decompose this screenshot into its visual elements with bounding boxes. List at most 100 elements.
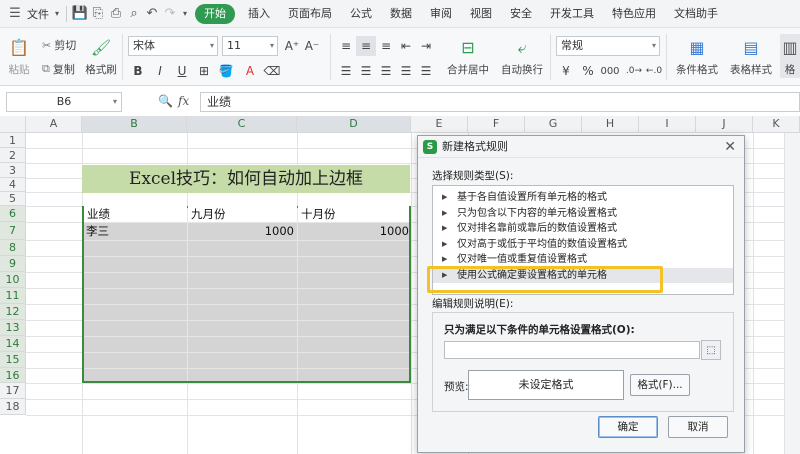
font-color-icon[interactable]: A <box>240 61 260 81</box>
paste-button[interactable]: 📋 粘贴 <box>4 34 34 78</box>
formula-input[interactable]: 业绩 <box>200 92 800 112</box>
rule-type-item[interactable]: ▶ 仅对排名靠前或靠后的数值设置格式 <box>433 221 733 237</box>
data-cell[interactable]: 1000 <box>300 223 409 239</box>
increase-decimal-icon[interactable]: .0→ <box>624 61 644 81</box>
tab-developer[interactable]: 开发工具 <box>541 0 603 28</box>
align-center-icon[interactable]: ☰ <box>356 61 376 81</box>
format-painter-button[interactable]: 🖌 格式刷 <box>84 34 118 78</box>
tab-review[interactable]: 审阅 <box>421 0 461 28</box>
save-icon[interactable]: 💾 <box>71 5 89 23</box>
fill-color-icon[interactable]: 🪣 <box>216 61 236 81</box>
row-header[interactable]: 1 <box>0 133 26 148</box>
decrease-font-icon[interactable]: A⁻ <box>302 36 322 56</box>
row-header[interactable]: 10 <box>0 272 26 288</box>
wrap-text-button[interactable]: ⤶ 自动换行 <box>498 34 546 78</box>
name-box[interactable]: B6 ▾ <box>6 92 122 112</box>
row-header[interactable]: 7 <box>0 222 26 240</box>
close-icon[interactable]: ✕ <box>724 136 736 158</box>
print-icon[interactable]: ⎙ <box>107 5 125 23</box>
bold-icon[interactable]: B <box>128 61 148 81</box>
column-header[interactable]: I <box>639 116 696 133</box>
zoom-search-icon[interactable]: 🔍 <box>158 94 173 108</box>
distribute-icon[interactable]: ☰ <box>416 61 436 81</box>
rule-type-item[interactable]: ▶ 仅对高于或低于平均值的数值设置格式 <box>433 237 733 253</box>
redo-icon[interactable]: ↷ <box>161 5 179 23</box>
indent-decrease-icon[interactable]: ⇤ <box>396 36 416 56</box>
tab-view[interactable]: 视图 <box>461 0 501 28</box>
conditional-format-button[interactable]: ▦ 条件格式 <box>670 34 724 78</box>
cancel-button[interactable]: 取消 <box>668 416 728 438</box>
column-header[interactable]: E <box>411 116 468 133</box>
row-header[interactable]: 12 <box>0 304 26 320</box>
decrease-decimal-icon[interactable]: ←.0 <box>644 61 664 81</box>
align-right-icon[interactable]: ☰ <box>376 61 396 81</box>
formula-condition-input[interactable] <box>444 341 700 359</box>
column-header[interactable]: D <box>297 116 411 133</box>
tab-doc-assistant[interactable]: 文档助手 <box>665 0 727 28</box>
header-cell[interactable]: 十月份 <box>298 206 409 222</box>
eraser-icon[interactable]: ⌫ <box>262 61 282 81</box>
number-format-select[interactable]: 常规 ▾ <box>556 36 660 56</box>
header-cell[interactable]: 业绩 <box>84 206 187 222</box>
increase-font-icon[interactable]: A⁺ <box>282 36 302 56</box>
align-middle-icon[interactable]: ≡ <box>356 36 376 56</box>
header-cell[interactable]: 九月份 <box>188 206 297 222</box>
tab-data[interactable]: 数据 <box>381 0 421 28</box>
cut-button[interactable]: ✂ 剪切 <box>42 36 76 54</box>
font-name-select[interactable]: 宋体 ▾ <box>128 36 218 56</box>
dialog-titlebar[interactable]: S 新建格式规则 ✕ <box>418 136 744 158</box>
column-header[interactable]: A <box>26 116 82 133</box>
tab-formulas[interactable]: 公式 <box>341 0 381 28</box>
row-header[interactable]: 15 <box>0 352 26 368</box>
tab-home[interactable]: 开始 <box>195 3 235 24</box>
tab-special[interactable]: 特色应用 <box>603 0 665 28</box>
row-header[interactable]: 13 <box>0 320 26 336</box>
row-header[interactable]: 2 <box>0 148 26 163</box>
currency-icon[interactable]: ¥ <box>556 61 576 81</box>
tab-security[interactable]: 安全 <box>501 0 541 28</box>
align-bottom-icon[interactable]: ≡ <box>376 36 396 56</box>
italic-icon[interactable]: I <box>150 61 170 81</box>
thousands-icon[interactable]: 000 <box>598 61 622 81</box>
merge-center-button[interactable]: ⊟ 合并居中 <box>444 34 492 78</box>
export-pdf-icon[interactable]: ⎘ <box>89 5 107 23</box>
table-style-button[interactable]: ▤ 表格样式 <box>726 34 776 78</box>
column-header[interactable]: H <box>582 116 639 133</box>
percent-icon[interactable]: % <box>578 61 598 81</box>
print-preview-icon[interactable]: ⌕ <box>125 5 143 23</box>
row-header[interactable]: 3 <box>0 163 26 178</box>
font-size-select[interactable]: 11 ▾ <box>222 36 278 56</box>
rule-type-item[interactable]: ▶ 只为包含以下内容的单元格设置格式 <box>433 206 733 222</box>
range-picker-icon[interactable]: ⬚ <box>701 340 721 360</box>
data-cell[interactable]: 李三 <box>86 223 109 239</box>
copy-button[interactable]: ⧉ 复制 <box>42 60 75 78</box>
column-header[interactable]: K <box>753 116 800 133</box>
undo-icon[interactable]: ↶ <box>143 5 161 23</box>
more-button[interactable]: ▥ 格 <box>780 34 800 78</box>
row-header[interactable]: 14 <box>0 336 26 352</box>
column-header[interactable]: J <box>696 116 753 133</box>
row-header[interactable]: 6 <box>0 206 26 222</box>
align-top-icon[interactable]: ≡ <box>336 36 356 56</box>
justify-icon[interactable]: ☰ <box>396 61 416 81</box>
row-header[interactable]: 16 <box>0 368 26 383</box>
fx-icon[interactable]: fx <box>178 94 189 108</box>
chevron-down-icon[interactable]: ▾ <box>179 5 191 23</box>
row-header[interactable]: 8 <box>0 240 26 256</box>
tab-insert[interactable]: 插入 <box>239 0 279 28</box>
ok-button[interactable]: 确定 <box>598 416 658 438</box>
align-left-icon[interactable]: ☰ <box>336 61 356 81</box>
row-header[interactable]: 9 <box>0 256 26 272</box>
tab-page-layout[interactable]: 页面布局 <box>279 0 341 28</box>
file-menu[interactable]: ☰ 文件 ▾ <box>0 0 62 28</box>
sheet-title-cell[interactable]: Excel技巧：如何自动加上边框 <box>82 165 410 193</box>
row-header[interactable]: 4 <box>0 178 26 192</box>
rule-type-item[interactable]: ▶ 基于各自值设置所有单元格的格式 <box>433 190 733 206</box>
format-button[interactable]: 格式(F)... <box>630 374 690 396</box>
column-header[interactable]: G <box>525 116 582 133</box>
column-header[interactable]: F <box>468 116 525 133</box>
underline-icon[interactable]: U <box>172 61 192 81</box>
border-icon[interactable]: ⊞ <box>194 61 214 81</box>
indent-increase-icon[interactable]: ⇥ <box>416 36 436 56</box>
row-header[interactable]: 17 <box>0 383 26 399</box>
